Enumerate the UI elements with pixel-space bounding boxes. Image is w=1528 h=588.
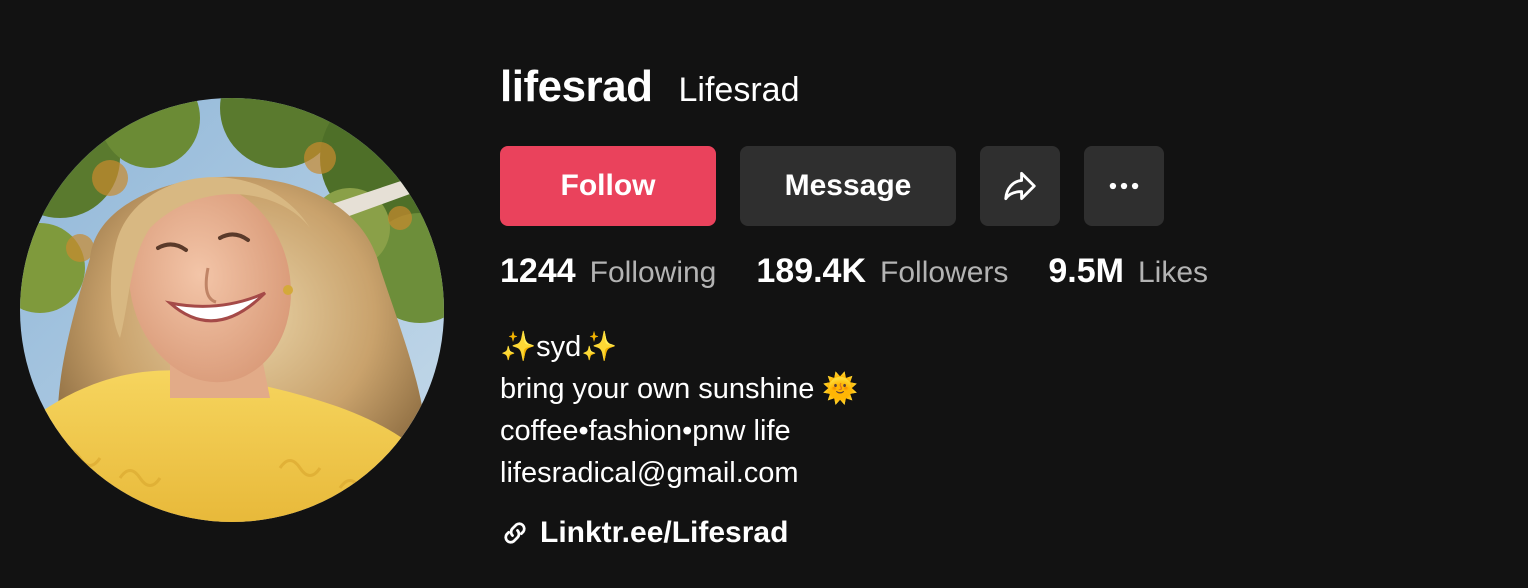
profile-bio: ✨syd✨ bring your own sunshine 🌞 coffee•f…: [500, 326, 859, 494]
avatar[interactable]: [20, 98, 444, 522]
profile-names: lifesrad Lifesrad: [500, 62, 1500, 124]
stat-value: 1244: [500, 252, 576, 290]
nickname: Lifesrad: [678, 71, 800, 109]
stat-label: Following: [589, 256, 717, 289]
stat-label: Likes: [1137, 256, 1209, 289]
profile-photo: [20, 98, 444, 522]
follow-button[interactable]: Follow: [500, 146, 716, 226]
bio-line: bring your own sunshine 🌞: [500, 373, 859, 405]
stat-label: Followers: [880, 256, 1009, 289]
profile-info: lifesrad Lifesrad Follow Message 1244 Fo…: [500, 62, 1500, 549]
bio-line: ✨syd✨: [500, 331, 618, 363]
username: lifesrad: [500, 62, 653, 111]
message-button[interactable]: Message: [740, 146, 956, 226]
more-icon: [1109, 182, 1139, 190]
profile-page: lifesrad Lifesrad Follow Message 1244 Fo…: [0, 0, 1528, 588]
action-buttons: Follow Message: [500, 146, 1188, 226]
more-button[interactable]: [1084, 146, 1164, 226]
share-button[interactable]: [980, 146, 1060, 226]
link-icon: [504, 522, 526, 544]
share-icon: [1004, 171, 1036, 201]
profile-link[interactable]: Linktr.ee/Lifesrad: [500, 516, 788, 550]
link-text[interactable]: Linktr.ee/Lifesrad: [540, 516, 788, 550]
bio-line: coffee•fashion•pnw life: [500, 415, 791, 447]
profile-stats: 1244 Following 189.4K Followers 9.5M Lik…: [500, 252, 1248, 291]
stat-value: 189.4K: [756, 252, 867, 290]
stat-followers[interactable]: 189.4K Followers: [756, 252, 1008, 291]
stat-value: 9.5M: [1048, 252, 1124, 290]
stat-following[interactable]: 1244 Following: [500, 252, 716, 291]
stat-likes: 9.5M Likes: [1048, 252, 1208, 291]
bio-line: lifesradical@gmail.com: [500, 457, 799, 489]
